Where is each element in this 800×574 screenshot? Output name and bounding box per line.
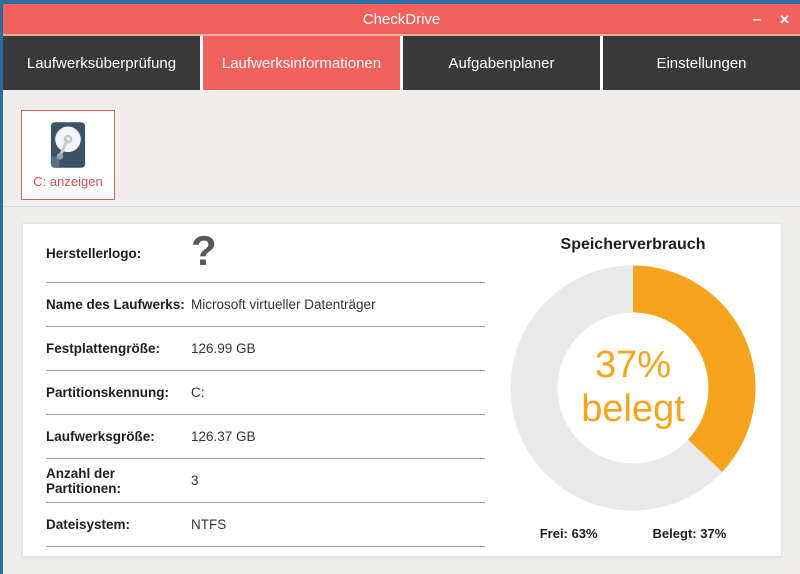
row-label: Festplattengröße:: [46, 341, 161, 356]
storage-donut-chart: 37% belegt: [509, 264, 757, 512]
manufacturer-logo-placeholder: ?: [191, 227, 217, 274]
window-title: CheckDrive: [362, 10, 441, 28]
row-value: 126.99 GB: [191, 341, 256, 356]
hard-drive-icon: [50, 122, 86, 168]
row-label: Laufwerksgröße:: [46, 429, 155, 444]
tab-einstellungen[interactable]: Einstellungen: [603, 36, 800, 90]
row-value: 3: [191, 473, 199, 488]
close-button[interactable]: ✕: [779, 13, 790, 26]
titlebar: CheckDrive – ✕: [3, 4, 800, 36]
tab-bar: Laufwerksüberprüfung Laufwerksinformatio…: [3, 36, 800, 90]
storage-donut-svg: [510, 265, 756, 511]
row-label: Anzahl der Partitionen:: [46, 465, 122, 496]
row-value: 126.37 GB: [191, 429, 256, 444]
table-row-dateisystem: Dateisystem: NTFS: [46, 503, 485, 547]
table-row-herstellerlogo: Herstellerlogo: ?: [46, 224, 485, 283]
legend-item-belegt: Belegt: 37%: [652, 526, 727, 541]
window-controls: – ✕: [753, 4, 790, 34]
table-row-laufwerksgroesse: Laufwerksgröße: 126.37 GB: [46, 415, 485, 459]
chart-title: Speicherverbrauch: [560, 236, 706, 253]
checkdrive-window: CheckDrive – ✕ Laufwerksüberprüfung Lauf…: [0, 0, 800, 574]
table-row-name: Name des Laufwerks: Microsoft virtueller…: [46, 283, 485, 327]
toolbar: C: anzeigen: [3, 90, 800, 207]
drive-c-button[interactable]: C: anzeigen: [21, 110, 115, 200]
minimize-button[interactable]: –: [753, 12, 761, 27]
row-label: Name des Laufwerks:: [46, 297, 185, 312]
drive-info-table: Herstellerlogo: ? Name des Laufwerks: Mi…: [23, 224, 485, 556]
row-value: Microsoft virtueller Datenträger: [191, 297, 376, 312]
table-row-partitionskennung: Partitionskennung: C:: [46, 371, 485, 415]
drive-button-label: C: anzeigen: [33, 174, 103, 189]
row-label: Herstellerlogo:: [46, 245, 142, 261]
tab-laufwerksinformationen[interactable]: Laufwerksinformationen: [203, 36, 400, 90]
row-label: Partitionskennung:: [46, 385, 170, 400]
drive-info-card: Herstellerlogo: ? Name des Laufwerks: Mi…: [22, 223, 782, 557]
row-value: C:: [191, 385, 205, 400]
table-row-anzahl-partitionen: Anzahl der Partitionen: 3: [46, 459, 485, 503]
table-row-festplattengroesse: Festplattengröße: 126.99 GB: [46, 327, 485, 371]
chart-legend: Frei: 63% Belegt: 37%: [540, 526, 727, 541]
tab-aufgabenplaner[interactable]: Aufgabenplaner: [403, 36, 600, 90]
row-label: Dateisystem:: [46, 517, 131, 532]
row-value: NTFS: [191, 517, 227, 532]
tab-laufwerksueberpruefung[interactable]: Laufwerksüberprüfung: [3, 36, 200, 90]
storage-chart-panel: Speicherverbrauch 37% belegt Frei: 63% B…: [485, 224, 781, 556]
legend-item-frei: Frei: 63%: [539, 526, 598, 541]
